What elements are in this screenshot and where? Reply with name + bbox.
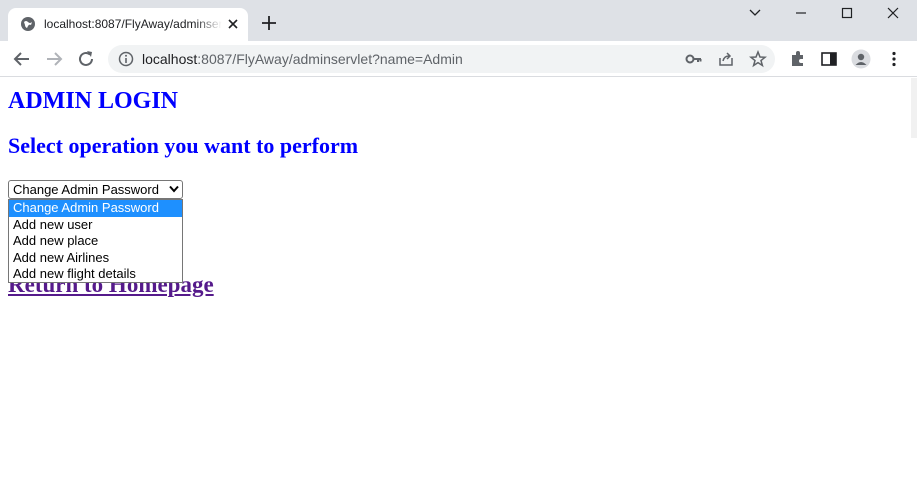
close-icon [887,7,899,19]
close-tab-icon[interactable] [226,17,240,31]
close-window-button[interactable] [870,0,916,28]
url-text[interactable]: localhost:8087/FlyAway/adminservlet?name… [142,51,463,67]
maximize-button[interactable] [824,0,870,28]
minimize-icon [796,12,806,14]
dropdown-option[interactable]: Add new Airlines [9,250,182,267]
new-tab-icon[interactable] [260,14,278,32]
dropdown-option[interactable]: Add new user [9,217,182,234]
tab-search-button[interactable] [732,0,778,28]
tab-strip: localhost:8087/FlyAway/adminservlet?name… [0,0,917,41]
profile-avatar-icon[interactable] [851,49,871,69]
chevron-down-icon [749,9,761,16]
more-menu-icon[interactable] [884,49,904,69]
page-title: ADMIN LOGIN [8,88,179,114]
page-content: ADMIN LOGIN Select operation you want to… [0,78,917,493]
back-arrow-icon[interactable] [12,49,32,69]
dropdown-option[interactable]: Add new flight details [9,266,182,283]
address-bar[interactable]: localhost:8087/FlyAway/adminservlet?name… [108,45,775,73]
browser-tab[interactable]: localhost:8087/FlyAway/adminservlet?name… [8,8,248,41]
site-info-icon[interactable] [118,51,134,67]
side-panel-icon[interactable] [819,49,839,69]
operation-select-value: Change Admin Password [13,182,159,197]
url-path: :8087/FlyAway/adminservlet?name=Admin [197,51,463,67]
reload-icon[interactable] [76,49,96,69]
share-icon[interactable] [717,50,735,68]
tab-title: localhost:8087/FlyAway/adminservlet?name… [44,17,222,31]
chevron-down-icon [169,185,179,193]
browser-toolbar: localhost:8087/FlyAway/adminservlet?name… [0,41,917,77]
minimize-button[interactable] [778,0,824,28]
dropdown-option[interactable]: Change Admin Password [9,200,182,217]
operation-dropdown-list: Change Admin Password Add new user Add n… [8,199,183,283]
extensions-puzzle-icon[interactable] [788,49,808,69]
page-subtitle: Select operation you want to perform [8,133,359,158]
bookmark-star-icon[interactable] [749,50,767,68]
key-icon[interactable] [685,50,703,68]
dropdown-option[interactable]: Add new place [9,233,182,250]
globe-icon [21,17,35,31]
url-host: localhost [142,51,198,67]
forward-arrow-icon[interactable] [44,49,64,69]
operation-select[interactable]: Change Admin Password [8,180,183,199]
maximize-icon [841,7,853,19]
